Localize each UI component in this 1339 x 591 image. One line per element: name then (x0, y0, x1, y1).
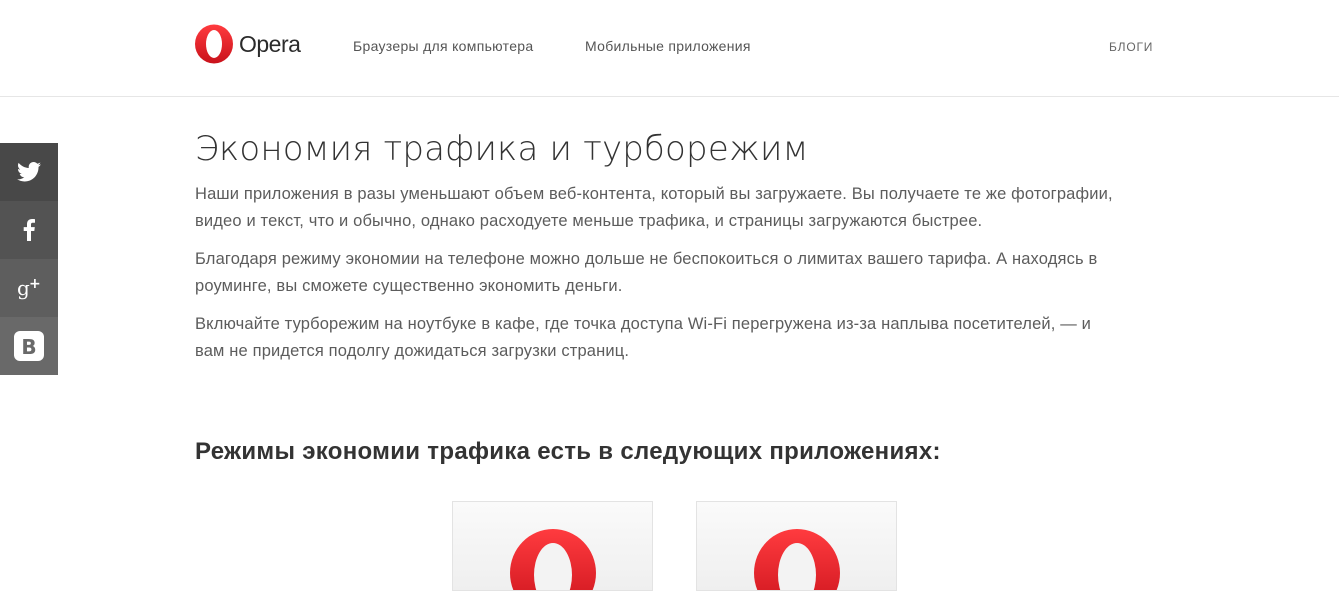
nav-blogs[interactable]: БЛОГИ (1109, 40, 1153, 54)
facebook-share-button[interactable] (0, 201, 58, 259)
facebook-icon (23, 219, 35, 241)
app-card-opera-mini[interactable] (696, 501, 897, 591)
opera-logo-icon (195, 24, 233, 64)
google-plus-share-button[interactable]: g + (0, 259, 58, 317)
svg-text:B: B (21, 335, 36, 359)
opera-logo[interactable]: Opera (194, 24, 301, 64)
page-title: Экономия трафика и турборежим (195, 129, 809, 169)
opera-mini-app-icon (754, 529, 840, 590)
vk-share-button[interactable]: B (0, 317, 58, 375)
site-header: Opera Браузеры для компьютера Мобильные … (0, 0, 1339, 97)
twitter-icon (17, 162, 41, 182)
app-card-opera[interactable] (452, 501, 653, 591)
social-share-bar: g + B (0, 143, 58, 375)
main-content: Экономия трафика и турборежим Наши прило… (195, 128, 1125, 365)
nav-mobile-apps[interactable]: Мобильные приложения (585, 38, 751, 54)
paragraph-turbo: Включайте турборежим на ноутбуке в кафе,… (195, 315, 1091, 360)
svg-text:+: + (29, 276, 41, 292)
logo-text: Opera (239, 30, 301, 57)
apps-heading: Режимы экономии трафика есть в следующих… (195, 438, 941, 465)
paragraph-roaming: Благодаря режиму экономии на телефоне мо… (195, 250, 1098, 295)
google-plus-icon: g + (17, 276, 41, 300)
nav-desktop-browsers[interactable]: Браузеры для компьютера (353, 38, 533, 54)
paragraph-intro: Наши приложения в разы уменьшают объем в… (195, 185, 1113, 230)
twitter-share-button[interactable] (0, 143, 58, 201)
vk-icon: B (14, 331, 44, 361)
opera-app-icon (510, 529, 596, 590)
